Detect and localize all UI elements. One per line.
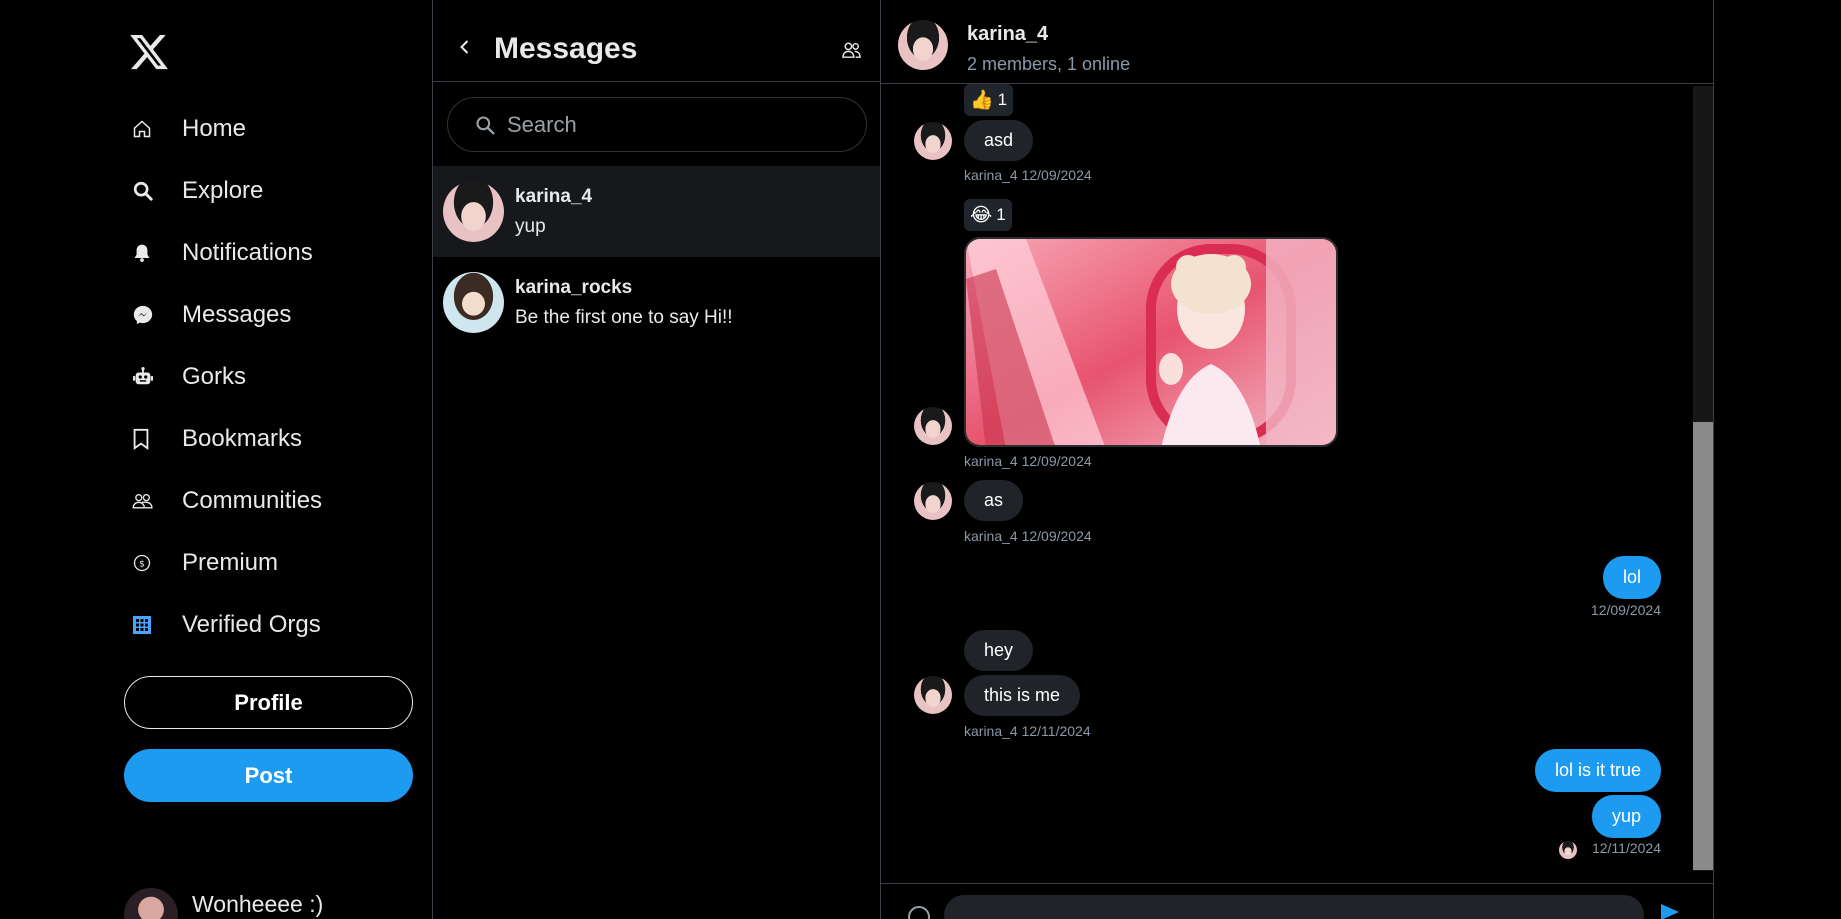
message-composer — [881, 883, 1714, 919]
nav-label-notifications: Notifications — [182, 239, 313, 266]
robot-icon — [132, 365, 166, 389]
x-logo-icon[interactable] — [127, 31, 171, 73]
conversation-list-panel: Messages karina_4 yup karina_rocks Be th… — [433, 0, 881, 919]
search-bar — [447, 97, 867, 152]
avatar — [914, 676, 952, 714]
new-group-icon[interactable] — [842, 41, 862, 59]
chat-title: karina_4 — [967, 23, 1049, 45]
message-bubble-outgoing[interactable]: lol — [1602, 556, 1661, 599]
messenger-icon — [132, 303, 166, 327]
conversation-name: karina_rocks — [515, 276, 633, 298]
avatar — [124, 888, 178, 919]
avatar — [914, 407, 952, 445]
message-list: 👍 1 asd karina_4 12/09/2024 😂 1 karina_4… — [881, 84, 1714, 884]
nav-label-gorks: Gorks — [182, 363, 247, 390]
message-bubble[interactable]: asd — [964, 120, 1034, 161]
laughing-emoji: 😂 — [970, 204, 993, 226]
avatar — [914, 482, 952, 520]
avatar — [443, 272, 504, 333]
message-bubble-outgoing[interactable]: yup — [1591, 795, 1661, 838]
avatar — [443, 181, 504, 242]
app: Home Explore Notifications Messages Gork… — [0, 0, 1841, 919]
search-icon — [476, 115, 495, 134]
post-button[interactable]: Post — [124, 749, 413, 802]
nav-label-explore: Explore — [182, 177, 264, 204]
message-bubble[interactable]: as — [964, 480, 1024, 521]
nav-item-gorks[interactable]: Gorks — [132, 346, 322, 408]
nav-item-bookmarks[interactable]: Bookmarks — [132, 408, 322, 470]
nav-item-verified-orgs[interactable]: Verified Orgs — [132, 594, 322, 656]
message-bubble[interactable]: hey — [964, 630, 1034, 671]
search-icon — [132, 179, 166, 203]
add-media-icon[interactable] — [908, 906, 930, 919]
conversation-text: karina_4 yup — [515, 186, 592, 238]
avatar — [898, 20, 948, 70]
account-switcher[interactable]: Wonheeee :) — [124, 888, 323, 919]
nav-item-premium[interactable]: $ Premium — [132, 532, 322, 594]
nav-item-explore[interactable]: Explore — [132, 160, 322, 222]
message-meta: karina_4 12/09/2024 — [964, 453, 1092, 469]
left-nav: Home Explore Notifications Messages Gork… — [0, 0, 433, 919]
message-bubble[interactable]: this is me — [964, 675, 1081, 716]
chat-subtitle: 2 members, 1 online — [967, 54, 1131, 74]
message-bubble-outgoing[interactable]: lol is it true — [1534, 749, 1661, 792]
chat-header[interactable]: karina_4 2 members, 1 online — [881, 0, 1714, 84]
premium-icon: $ — [132, 551, 166, 575]
nav-label-home: Home — [182, 115, 247, 142]
svg-text:$: $ — [139, 558, 145, 569]
nav-label-communities: Communities — [182, 487, 323, 514]
chat-panel: karina_4 2 members, 1 online 👍 1 asd kar… — [881, 0, 1714, 919]
nav-item-communities[interactable]: Communities — [132, 470, 322, 532]
message-meta: karina_4 12/09/2024 — [964, 528, 1092, 544]
conversation-list-header: Messages — [433, 0, 881, 82]
nav-label-verified-orgs: Verified Orgs — [182, 611, 321, 638]
nav-item-home[interactable]: Home — [132, 98, 322, 160]
account-name: Wonheeee :) — [192, 891, 324, 917]
reaction-count: 1 — [996, 205, 1006, 224]
conversation-text: karina_rocks Be the first one to say Hi!… — [515, 277, 733, 329]
nav-item-messages[interactable]: Messages — [132, 284, 322, 346]
message-input[interactable] — [944, 895, 1644, 919]
reaction-badge[interactable]: 😂 1 — [964, 199, 1012, 231]
avatar — [914, 122, 952, 160]
reaction-count: 1 — [997, 90, 1008, 109]
people-icon — [132, 489, 166, 513]
nav-list: Home Explore Notifications Messages Gork… — [132, 98, 322, 656]
nav-label-premium: Premium — [182, 549, 279, 576]
message-meta: 12/09/2024 — [1590, 602, 1661, 618]
photo-image — [966, 239, 1336, 445]
page-title: Messages — [494, 32, 638, 65]
reaction-badge[interactable]: 👍 1 — [964, 84, 1014, 116]
message-meta: karina_4 12/09/2024 — [964, 167, 1092, 183]
conversation-item-karina-rocks[interactable]: karina_rocks Be the first one to say Hi!… — [433, 257, 880, 348]
chevron-left-icon[interactable] — [456, 38, 474, 56]
message-meta: 12/11/2024 — [1591, 840, 1661, 856]
conversation-preview: yup — [515, 215, 546, 237]
scrollbar-thumb[interactable] — [1693, 422, 1713, 870]
building-icon — [132, 613, 166, 637]
home-icon — [132, 117, 166, 141]
send-icon[interactable] — [1661, 904, 1679, 919]
bell-icon — [132, 241, 166, 265]
conversation-item-karina-4[interactable]: karina_4 yup — [433, 166, 880, 257]
bookmark-icon — [132, 427, 166, 451]
nav-label-messages: Messages — [182, 301, 292, 328]
thumbs-up-emoji: 👍 — [970, 90, 994, 111]
search-input[interactable] — [507, 111, 827, 138]
nav-label-bookmarks: Bookmarks — [182, 425, 303, 452]
conversation-preview: Be the first one to say Hi!! — [515, 306, 733, 328]
profile-button[interactable]: Profile — [124, 676, 413, 729]
nav-item-notifications[interactable]: Notifications — [132, 222, 322, 284]
conversation-name: karina_4 — [515, 185, 593, 207]
message-meta: karina_4 12/11/2024 — [964, 723, 1091, 739]
message-photo[interactable] — [964, 237, 1338, 447]
scrollbar[interactable] — [1693, 86, 1713, 871]
read-receipt-avatar — [1559, 841, 1577, 859]
